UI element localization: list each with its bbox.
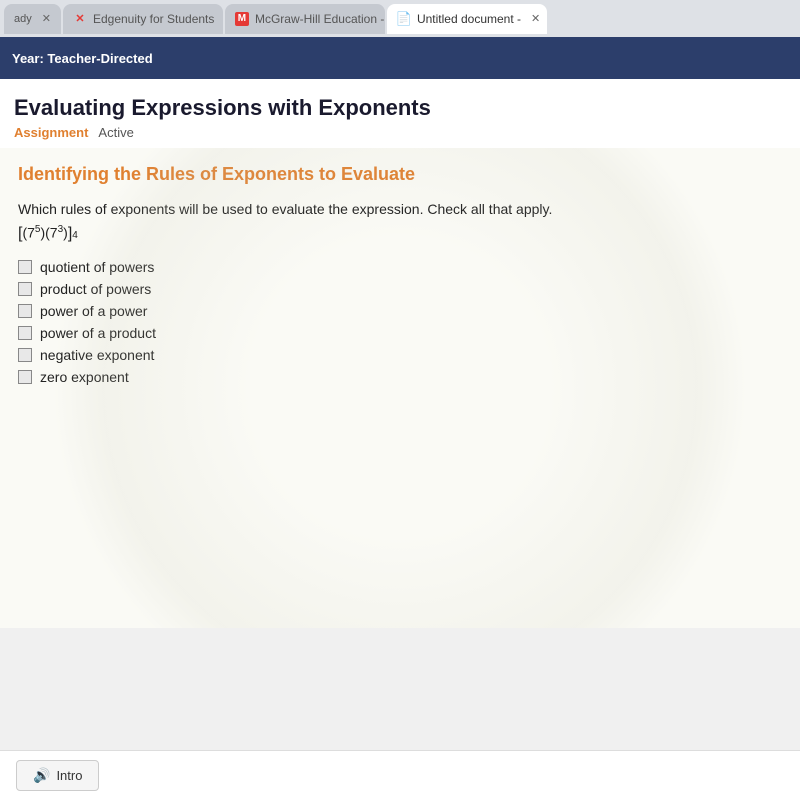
intro-button[interactable]: 🔊 Intro [16, 760, 99, 791]
list-item: product of powers [18, 281, 782, 297]
edgenuity-icon: ✕ [73, 12, 87, 26]
tab-docs-close[interactable]: ✕ [531, 12, 540, 25]
tab-close-icon[interactable]: ✕ [42, 12, 51, 25]
list-item: quotient of powers [18, 259, 782, 275]
checkbox-product-powers[interactable] [18, 282, 32, 296]
checkbox-power-product-label: power of a product [40, 325, 156, 341]
checkbox-negative-exp-label: negative exponent [40, 347, 154, 363]
mcgraw-icon: M [235, 12, 249, 26]
checkbox-quotient[interactable] [18, 260, 32, 274]
list-item: negative exponent [18, 347, 782, 363]
tab-mcgraw[interactable]: M McGraw-Hill Education - L ✕ [225, 4, 385, 34]
browser-body: Year: Teacher-Directed Evaluating Expres… [0, 37, 800, 800]
assignment-label: Assignment [14, 125, 88, 140]
checkbox-power-power-label: power of a power [40, 303, 147, 319]
tab-truncated-left[interactable]: ady ✕ [4, 4, 61, 34]
math-expression: [ (75) (73) ] 4 [18, 224, 782, 243]
browser-tabs: ady ✕ ✕ Edgenuity for Students ✕ M McGra… [0, 0, 800, 37]
content-area: Identifying the Rules of Exponents to Ev… [0, 148, 800, 628]
section-title: Identifying the Rules of Exponents to Ev… [18, 164, 782, 185]
tab-label: ady [14, 13, 32, 25]
checkbox-negative-exp[interactable] [18, 348, 32, 362]
bottom-bar: 🔊 Intro [0, 750, 800, 800]
outer-exponent: 4 [72, 230, 78, 241]
page-meta: Assignment Active [14, 125, 786, 148]
page-title: Evaluating Expressions with Exponents [14, 95, 786, 121]
list-item: zero exponent [18, 369, 782, 385]
nav-bar: Year: Teacher-Directed [0, 37, 800, 79]
base-7-3: (73) [45, 224, 68, 241]
checkbox-zero-exp-label: zero exponent [40, 369, 129, 385]
list-item: power of a product [18, 325, 782, 341]
tab-docs[interactable]: 📄 Untitled document - ✕ [387, 4, 547, 34]
tab-edgenuity-label: Edgenuity for Students [93, 12, 214, 26]
page-header: Evaluating Expressions with Exponents As… [0, 79, 800, 148]
docs-icon: 📄 [397, 12, 411, 26]
tab-mcgraw-label: McGraw-Hill Education - L [255, 12, 385, 26]
checkbox-power-power[interactable] [18, 304, 32, 318]
checkbox-list: quotient of powers product of powers pow… [18, 259, 782, 385]
nav-bar-text: Year: Teacher-Directed [12, 51, 153, 66]
tab-edgenuity[interactable]: ✕ Edgenuity for Students ✕ [63, 4, 223, 34]
tab-docs-label: Untitled document - [417, 12, 521, 26]
status-label: Active [98, 125, 133, 140]
checkbox-zero-exp[interactable] [18, 370, 32, 384]
base-7-5: (75) [22, 224, 45, 241]
intro-button-label: Intro [56, 768, 82, 783]
checkbox-product-powers-label: product of powers [40, 281, 151, 297]
speaker-icon: 🔊 [33, 767, 50, 784]
checkbox-power-product[interactable] [18, 326, 32, 340]
list-item: power of a power [18, 303, 782, 319]
checkbox-quotient-label: quotient of powers [40, 259, 154, 275]
question-text: Which rules of exponents will be used to… [18, 199, 782, 220]
